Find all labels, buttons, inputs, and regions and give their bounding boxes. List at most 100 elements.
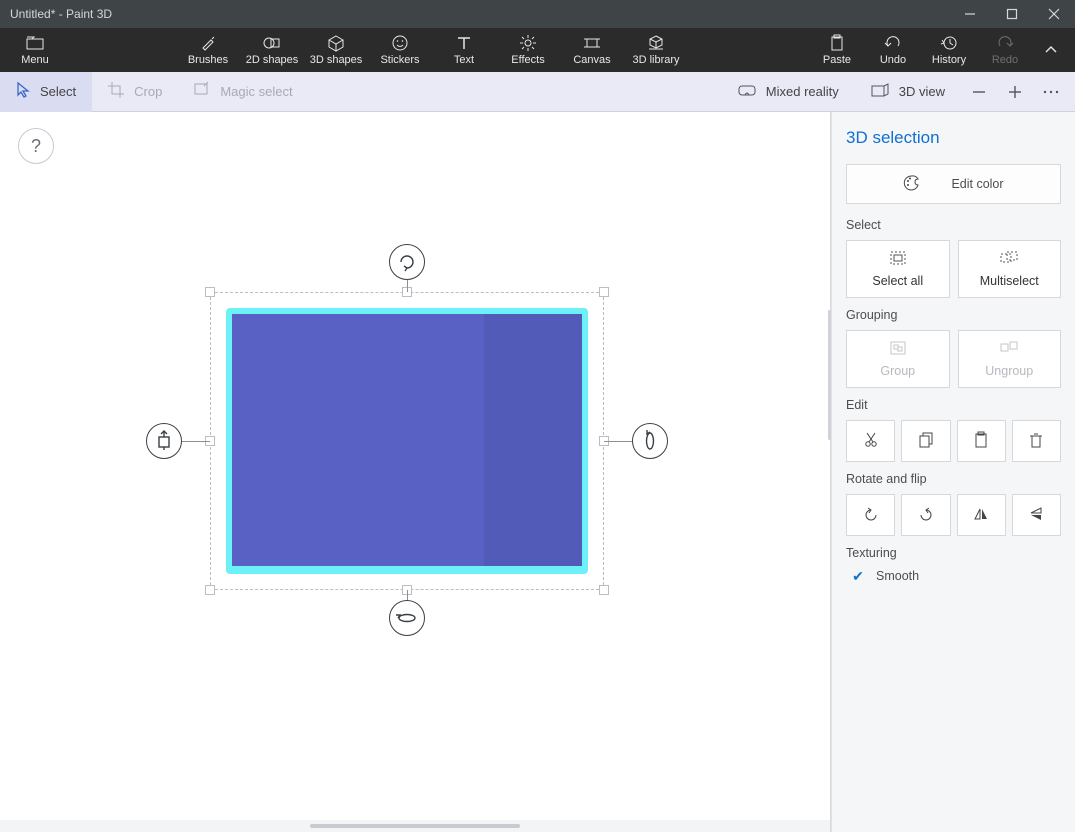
canvas-area[interactable]: ? <box>0 112 831 832</box>
flip-horizontal-button[interactable] <box>957 494 1006 536</box>
titlebar: Untitled* - Paint 3D <box>0 0 1075 28</box>
main-area: ? <box>0 112 1075 832</box>
zoom-in-button[interactable] <box>997 76 1033 108</box>
multiselect-button[interactable]: Multiselect <box>958 240 1062 298</box>
history-icon <box>941 34 957 52</box>
folder-icon <box>26 34 44 52</box>
tool-brushes[interactable]: Brushes <box>180 28 236 72</box>
panel-scrollbar[interactable] <box>828 310 831 440</box>
handle-top-left[interactable] <box>205 287 215 297</box>
flip-h-icon <box>973 507 989 524</box>
section-texturing: Texturing <box>846 546 1061 560</box>
maximize-button[interactable] <box>991 0 1033 28</box>
multiselect-icon <box>1000 251 1018 268</box>
rotate-right-icon <box>918 507 934 524</box>
tool-effects[interactable]: Effects <box>500 28 556 72</box>
2dshapes-icon <box>263 34 281 52</box>
minimize-button[interactable] <box>949 0 991 28</box>
help-button[interactable]: ? <box>18 128 54 164</box>
canvas-icon <box>584 34 600 52</box>
palette-icon <box>903 175 921 194</box>
rotate-z-handle[interactable] <box>389 244 425 280</box>
zoom-out-button[interactable] <box>961 76 997 108</box>
paste-icon <box>830 34 844 52</box>
more-button[interactable] <box>1033 76 1069 108</box>
brush-icon <box>200 34 216 52</box>
section-select: Select <box>846 218 1061 232</box>
tool-3dlibrary[interactable]: 3D library <box>628 28 684 72</box>
edit-color-button[interactable]: Edit color <box>846 164 1061 204</box>
section-edit: Edit <box>846 398 1061 412</box>
cut-icon <box>864 432 878 451</box>
cut-button[interactable] <box>846 420 895 462</box>
crop-icon <box>108 82 124 101</box>
sticker-icon <box>392 34 408 52</box>
tool-3dshapes[interactable]: 3D shapes <box>308 28 364 72</box>
copy-icon <box>919 432 933 451</box>
rotate-y-handle[interactable] <box>632 423 668 459</box>
section-rotate: Rotate and flip <box>846 472 1061 486</box>
mixedreality-icon <box>738 83 756 100</box>
window-title: Untitled* - Paint 3D <box>0 7 949 21</box>
handle-bottom-left[interactable] <box>205 585 215 595</box>
handle-top-right[interactable] <box>599 287 609 297</box>
select-tool[interactable]: Select <box>0 72 92 112</box>
group-icon <box>890 341 906 358</box>
tool-canvas[interactable]: Canvas <box>564 28 620 72</box>
trash-icon <box>1029 432 1043 451</box>
ungroup-button: Ungroup <box>958 330 1062 388</box>
paste-icon <box>974 432 988 451</box>
collapse-ribbon-button[interactable] <box>1033 28 1069 72</box>
tool-stickers[interactable]: Stickers <box>372 28 428 72</box>
3dshapes-icon <box>328 34 344 52</box>
mixed-reality-button[interactable]: Mixed reality <box>722 72 855 112</box>
rotate-x-handle[interactable] <box>389 600 425 636</box>
rotate-left-button[interactable] <box>846 494 895 536</box>
group-button: Group <box>846 330 950 388</box>
ribbon: Menu Brushes 2D shapes 3D shapes Sticker… <box>0 28 1075 72</box>
paste-button[interactable]: Paste <box>809 28 865 72</box>
handle-bottom-right[interactable] <box>599 585 609 595</box>
crop-tool[interactable]: Crop <box>92 72 178 112</box>
app-window: Untitled* - Paint 3D Menu Brushes 2D sha… <box>0 0 1075 832</box>
rotate-right-button[interactable] <box>901 494 950 536</box>
properties-panel: 3D selection Edit color Select Select al… <box>831 112 1075 832</box>
delete-button[interactable] <box>1012 420 1061 462</box>
paste-panel-button[interactable] <box>957 420 1006 462</box>
horizontal-scrollbar[interactable] <box>310 824 520 828</box>
panel-title: 3D selection <box>846 128 1061 148</box>
flip-vertical-button[interactable] <box>1012 494 1061 536</box>
redo-button: Redo <box>977 28 1033 72</box>
menu-button[interactable]: Menu <box>0 28 70 72</box>
undo-icon <box>884 34 902 52</box>
selected-object[interactable] <box>210 292 604 590</box>
tool-text[interactable]: Text <box>436 28 492 72</box>
3dview-icon <box>871 83 889 100</box>
rotate-left-icon <box>863 507 879 524</box>
select-all-button[interactable]: Select all <box>846 240 950 298</box>
selection-box <box>210 292 604 590</box>
z-position-handle[interactable] <box>146 423 182 459</box>
menu-label: Menu <box>21 54 49 66</box>
flip-v-icon <box>1028 507 1044 524</box>
ungroup-icon <box>1000 341 1018 358</box>
text-icon <box>457 34 471 52</box>
undo-button[interactable]: Undo <box>865 28 921 72</box>
library-icon <box>648 34 664 52</box>
tool-2dshapes[interactable]: 2D shapes <box>244 28 300 72</box>
section-grouping: Grouping <box>846 308 1061 322</box>
ribbon-tools: Brushes 2D shapes 3D shapes Stickers Tex… <box>180 28 684 72</box>
cursor-icon <box>16 82 30 101</box>
effects-icon <box>520 34 536 52</box>
checkbox-icon: ✔ <box>850 568 866 584</box>
magic-icon <box>194 83 210 100</box>
close-button[interactable] <box>1033 0 1075 28</box>
copy-button[interactable] <box>901 420 950 462</box>
3d-view-button[interactable]: 3D view <box>855 72 961 112</box>
history-button[interactable]: History <box>921 28 977 72</box>
magic-select-tool[interactable]: Magic select <box>178 72 308 112</box>
canvas[interactable]: ? <box>0 112 830 820</box>
redo-icon <box>996 34 1014 52</box>
smooth-checkbox[interactable]: ✔ Smooth <box>846 568 1061 584</box>
sub-toolbar: Select Crop Magic select Mixed reality 3… <box>0 72 1075 112</box>
